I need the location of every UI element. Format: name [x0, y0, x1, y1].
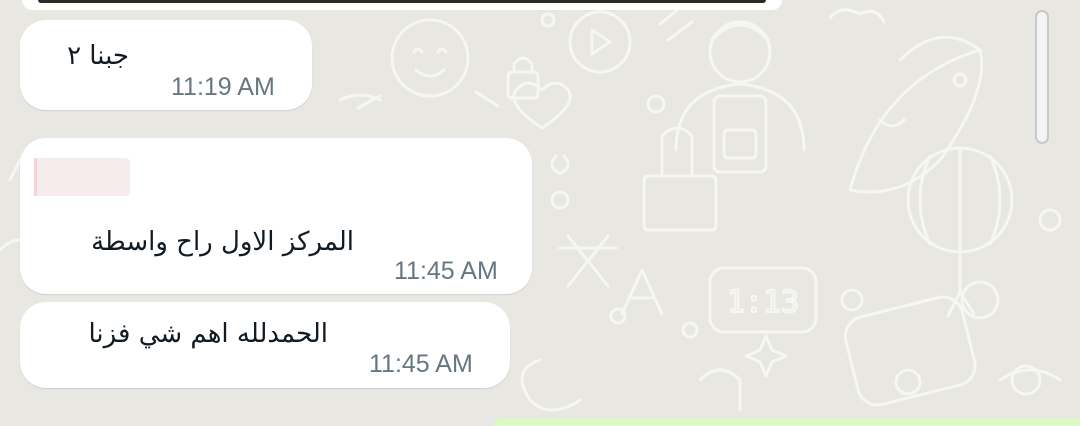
message-text: المركز الاول راح واسطة	[91, 227, 354, 257]
message-text: الحمدلله اهم شي فزنا	[88, 319, 329, 349]
outgoing-message-edge[interactable]	[494, 418, 1080, 426]
quoted-message-accent	[34, 158, 37, 196]
message-time: 11:19 AM	[171, 73, 275, 101]
scrollbar[interactable]	[1035, 10, 1049, 144]
media-thumbnail-edge	[38, 0, 766, 3]
message-text: جبنا ٢	[67, 41, 129, 71]
quoted-message-preview[interactable]	[34, 158, 130, 196]
previous-media-message-edge[interactable]	[22, 0, 782, 10]
chat-view[interactable]: جبنا ٢ 11:19 AM المركز الاول راح واسطة 1…	[0, 0, 1080, 426]
message-time: 11:45 AM	[369, 350, 473, 378]
message-time: 11:45 AM	[394, 257, 498, 285]
